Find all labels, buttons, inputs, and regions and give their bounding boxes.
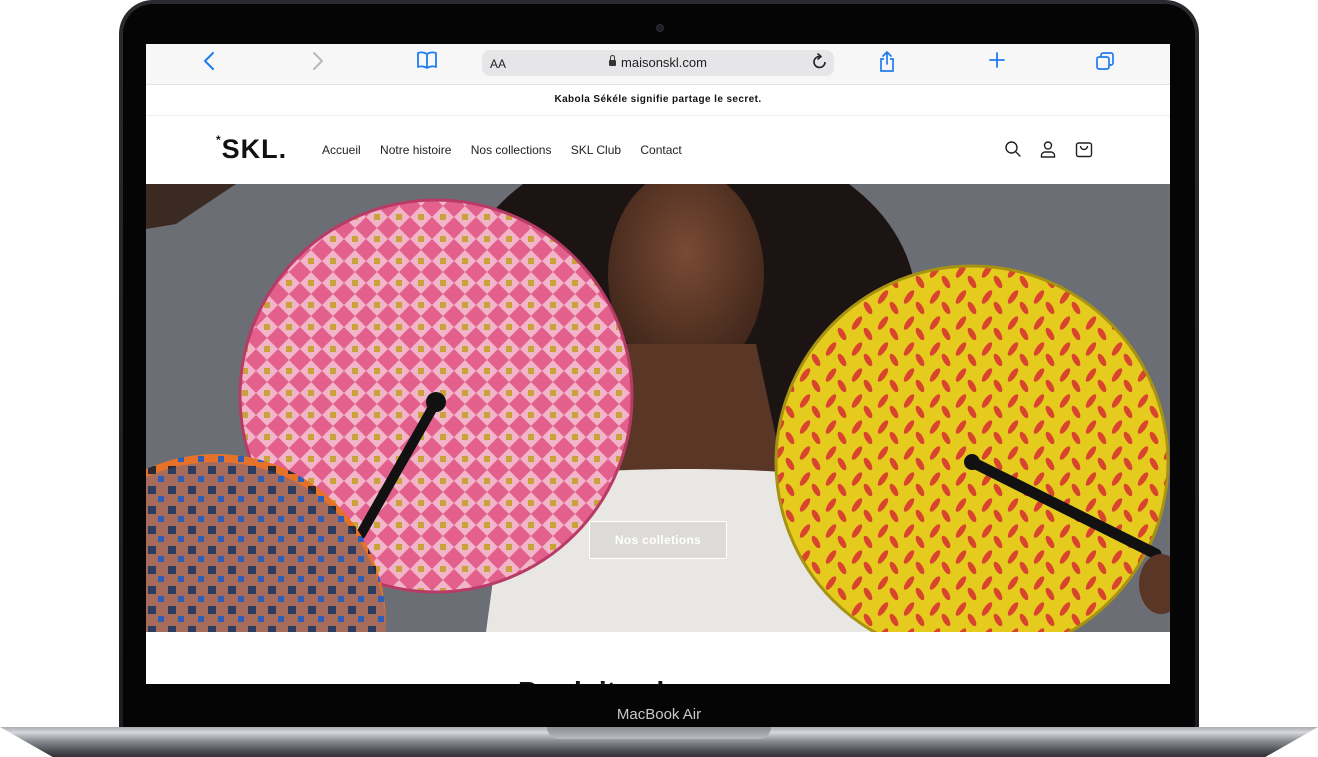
nav-item-skl-club[interactable]: SKL Club <box>571 143 621 157</box>
nav-item-notre-histoire[interactable]: Notre histoire <box>380 143 451 157</box>
site-header: *SKL. Accueil Notre histoire Nos collect… <box>146 116 1170 184</box>
address-bar[interactable]: AA maisonskl.com <box>482 50 834 76</box>
lock-icon <box>609 55 617 66</box>
hero-banner: Nos colletions <box>146 184 1170 632</box>
main-nav: Accueil Notre histoire Nos collections S… <box>322 143 698 157</box>
site-logo[interactable]: *SKL. <box>216 133 287 165</box>
hero-collections-button[interactable]: Nos colletions <box>589 521 727 559</box>
account-icon[interactable] <box>1039 140 1057 163</box>
tabs-icon[interactable] <box>1090 51 1120 75</box>
url-text: maisonskl.com <box>621 55 707 70</box>
announcement-bar: Kabola Sékéle signifie partage le secret… <box>146 85 1170 116</box>
screen: AA maisonskl.com Kabola Sékéle signifie … <box>146 44 1170 684</box>
laptop-hinge-notch <box>547 727 771 739</box>
nav-item-contact[interactable]: Contact <box>640 143 681 157</box>
back-icon[interactable] <box>194 51 224 75</box>
share-icon[interactable] <box>872 51 902 75</box>
section-heading: Produits phares <box>518 676 731 684</box>
reload-icon[interactable] <box>812 53 828 76</box>
featured-section: Produits phares <box>146 632 1170 684</box>
camera-icon <box>656 24 664 32</box>
forward-icon[interactable] <box>303 51 333 75</box>
new-tab-icon[interactable] <box>982 51 1012 75</box>
search-icon[interactable] <box>1004 140 1022 163</box>
hero-image <box>146 184 1170 632</box>
nav-item-accueil[interactable]: Accueil <box>322 143 361 157</box>
browser-toolbar: AA maisonskl.com <box>146 44 1170 85</box>
cart-icon[interactable] <box>1075 140 1093 163</box>
device-label: MacBook Air <box>616 706 702 723</box>
nav-item-nos-collections[interactable]: Nos collections <box>471 143 552 157</box>
bookmarks-icon[interactable] <box>412 51 442 75</box>
